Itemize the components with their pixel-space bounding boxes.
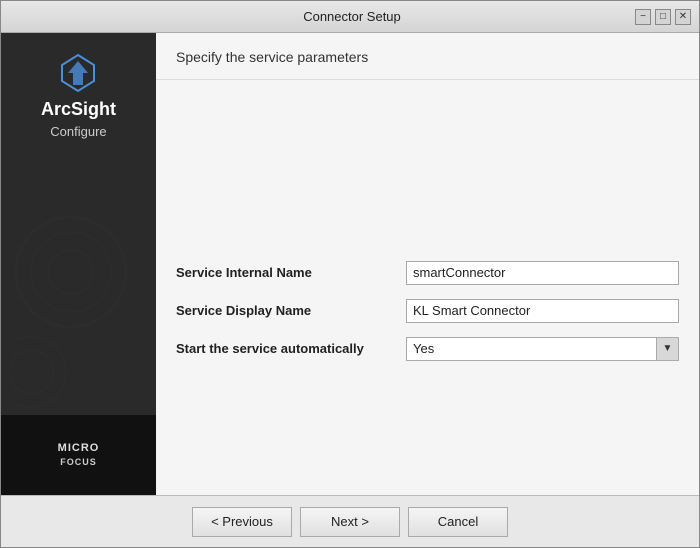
cancel-button[interactable]: Cancel (408, 507, 508, 537)
microfocus-line2: FOCUS (58, 456, 100, 469)
maximize-button[interactable]: □ (655, 9, 671, 25)
main-panel: Specify the service parameters Service I… (156, 33, 699, 495)
next-button[interactable]: Next > (300, 507, 400, 537)
microfocus-line1: MICRO (58, 441, 100, 456)
window-title: Connector Setup (69, 9, 635, 24)
arcsight-icon (58, 53, 98, 93)
minimize-button[interactable]: − (635, 9, 651, 25)
panel-header-title: Specify the service parameters (176, 49, 679, 65)
select-auto-start-value: Yes (407, 337, 656, 361)
microfocus-logo: MICRO FOCUS (58, 441, 100, 469)
form-section: Service Internal Name Service Display Na… (176, 261, 679, 375)
label-auto-start: Start the service automatically (176, 341, 406, 356)
sidebar-bottom: MICRO FOCUS (1, 415, 156, 495)
brand-name: ArcSight (41, 99, 116, 120)
close-button[interactable]: ✕ (675, 9, 691, 25)
select-auto-start[interactable]: Yes ▼ (406, 337, 679, 361)
label-internal-name: Service Internal Name (176, 265, 406, 280)
sidebar: ArcSight Configure MICRO FOCUS (1, 33, 156, 495)
previous-button[interactable]: < Previous (192, 507, 292, 537)
window-controls: − □ ✕ (635, 9, 691, 25)
button-bar: < Previous Next > Cancel (1, 495, 699, 547)
content-area: ArcSight Configure MICRO FOCUS (1, 33, 699, 495)
form-row-internal-name: Service Internal Name (176, 261, 679, 285)
input-display-name[interactable] (406, 299, 679, 323)
main-window: Connector Setup − □ ✕ ArcSight Configure (0, 0, 700, 548)
title-bar: Connector Setup − □ ✕ (1, 1, 699, 33)
dropdown-arrow-icon[interactable]: ▼ (656, 338, 678, 360)
label-display-name: Service Display Name (176, 303, 406, 318)
input-internal-name[interactable] (406, 261, 679, 285)
panel-body: Service Internal Name Service Display Na… (156, 80, 699, 495)
form-row-display-name: Service Display Name (176, 299, 679, 323)
sidebar-decoration (11, 212, 131, 435)
sidebar-logo: ArcSight Configure (41, 53, 116, 139)
form-row-auto-start: Start the service automatically Yes ▼ (176, 337, 679, 361)
sidebar-subtitle: Configure (50, 124, 106, 139)
panel-header: Specify the service parameters (156, 33, 699, 80)
